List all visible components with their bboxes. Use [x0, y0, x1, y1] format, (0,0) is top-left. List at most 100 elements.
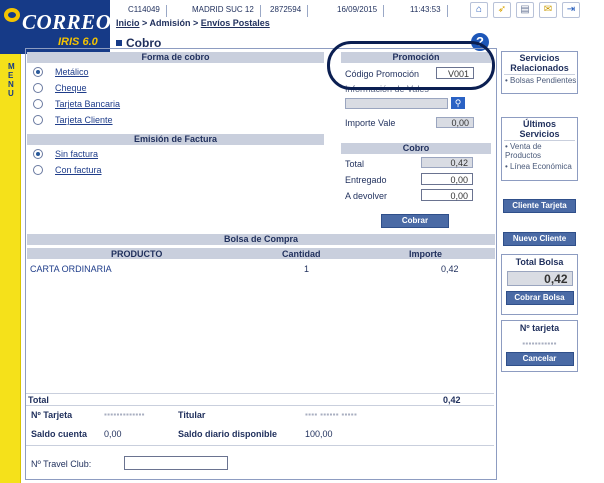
total-bolsa-value: 0,42: [506, 271, 573, 286]
option-tarjeta-bancaria[interactable]: Tarjeta Bancaria: [33, 96, 120, 112]
label-cheque[interactable]: Cheque: [55, 83, 87, 93]
emision-factura-options: Sin factura Con factura: [33, 146, 102, 178]
sidebar-item-label[interactable]: Bolsas Pendientes: [510, 76, 576, 85]
breadcrumb: Inicio > Admisión > Envíos Postales: [116, 18, 270, 28]
option-tarjeta-cliente[interactable]: Tarjeta Cliente: [33, 112, 120, 128]
cursor-icon[interactable]: ➶: [493, 2, 511, 18]
travel-club-input[interactable]: [124, 456, 228, 470]
sidebar-item-label[interactable]: Línea Económica: [510, 162, 572, 171]
n-tarjeta-box: Nº tarjeta ▪▪▪▪▪▪▪▪▪▪▪ Cancelar: [501, 320, 578, 372]
cliente-tarjeta-button[interactable]: Cliente Tarjeta: [503, 199, 576, 213]
bolsa-compra-header: Bolsa de Compra: [27, 234, 495, 245]
devolver-field: 0,00: [421, 189, 473, 201]
radio-cheque[interactable]: [33, 83, 43, 93]
promocion-highlight-ring: [327, 41, 495, 90]
radio-tarjeta-cliente[interactable]: [33, 115, 43, 125]
servicios-relacionados-box: Servicios Relacionados • Bolsas Pendient…: [501, 51, 578, 94]
breadcrumb-separator: >: [139, 18, 150, 28]
titular-label: Titular: [178, 410, 206, 420]
breadcrumb-envios[interactable]: Envíos Postales: [201, 18, 270, 28]
radio-sin-factura[interactable]: [33, 149, 43, 159]
sidebar-item-label[interactable]: Venta de Productos: [505, 142, 542, 160]
column-importe: Importe: [409, 249, 443, 259]
tarjeta-label: Nº Tarjeta: [31, 410, 73, 420]
sidebar-item-venta-productos[interactable]: • Venta de Productos: [502, 142, 577, 160]
entregado-label: Entregado: [345, 175, 387, 185]
radio-tarjeta-bancaria[interactable]: [33, 99, 43, 109]
current-time: 11:43:53: [410, 5, 448, 17]
label-metalico[interactable]: Metálico: [55, 67, 89, 77]
nuevo-cliente-button[interactable]: Nuevo Cliente: [503, 232, 576, 246]
office-name: MADRID SUC 12: [192, 5, 261, 17]
saldo-diario-label: Saldo diario disponible: [178, 429, 278, 439]
importe-vale-label: Importe Vale: [345, 118, 396, 128]
row-cantidad: 1: [304, 264, 310, 274]
menu-label[interactable]: MENU: [8, 62, 16, 98]
emision-factura-header: Emisión de Factura: [27, 134, 324, 145]
travel-club-label: Nº Travel Club:: [31, 459, 92, 469]
search-icon[interactable]: ⚲: [451, 97, 465, 109]
home-icon[interactable]: ⌂: [470, 2, 488, 18]
titular-value-redacted: ▪▪▪▪ ▪▪▪▪▪▪ ▪▪▪▪▪: [305, 410, 358, 419]
title-bullet-icon: [116, 40, 122, 46]
ultimos-servicios-title: Últimos Servicios: [519, 119, 560, 139]
row-importe: 0,42: [441, 264, 459, 274]
tarjeta-value-redacted: ▪▪▪▪▪▪▪▪▪▪▪▪▪: [104, 410, 145, 419]
menu-strip[interactable]: [0, 54, 21, 483]
saldo-cuenta-label: Saldo cuenta: [31, 429, 88, 439]
bolsa-column-headers: PRODUCTO Cantidad Importe: [27, 248, 495, 259]
ticket-icon[interactable]: ✉: [539, 2, 557, 18]
option-cheque[interactable]: Cheque: [33, 80, 120, 96]
breadcrumb-inicio[interactable]: Inicio: [116, 18, 140, 28]
n-tarjeta-title: Nº tarjeta: [519, 323, 560, 333]
radio-metalico[interactable]: [33, 67, 43, 77]
table-row[interactable]: CARTA ORDINARIA 1 0,42: [27, 263, 495, 275]
footer-total-value: 0,42: [443, 395, 461, 405]
logo-version: IRIS 6.0: [58, 36, 98, 48]
breadcrumb-admision[interactable]: Admisión: [149, 18, 190, 28]
exit-icon[interactable]: ⇥: [562, 2, 580, 18]
user-code: 2872594: [270, 5, 309, 17]
cobro-header: Cobro: [341, 143, 491, 154]
current-date: 16/09/2015: [337, 5, 385, 17]
label-sin-factura[interactable]: Sin factura: [55, 149, 98, 159]
total-bolsa-title: Total Bolsa: [515, 257, 564, 267]
entregado-input[interactable]: 0,00: [421, 173, 473, 185]
document-icon[interactable]: ▤: [516, 2, 534, 18]
forma-cobro-header: Forma de cobro: [27, 52, 324, 63]
saldo-cuenta-value: 0,00: [104, 429, 122, 439]
vales-select[interactable]: [345, 98, 448, 109]
logo-text: CORREOS: [22, 10, 124, 34]
row-producto: CARTA ORDINARIA: [30, 264, 112, 274]
label-con-factura[interactable]: Con factura: [55, 165, 102, 175]
n-tarjeta-value-redacted: ▪▪▪▪▪▪▪▪▪▪▪: [522, 339, 557, 348]
breadcrumb-separator: >: [190, 18, 201, 28]
label-tarjeta-cliente[interactable]: Tarjeta Cliente: [55, 115, 113, 125]
label-tarjeta-bancaria[interactable]: Tarjeta Bancaria: [55, 99, 120, 109]
devolver-label: A devolver: [345, 191, 388, 201]
footer-divider: [26, 393, 494, 394]
sidebar-item-bolsas-pendientes[interactable]: • Bolsas Pendientes: [502, 76, 577, 85]
cobro-total-label: Total: [345, 159, 365, 169]
footer-divider: [26, 445, 494, 446]
sidebar-item-linea-economica[interactable]: • Línea Económica: [502, 162, 577, 171]
cobrar-button[interactable]: Cobrar: [381, 214, 449, 228]
column-producto: PRODUCTO: [111, 249, 163, 259]
option-sin-factura[interactable]: Sin factura: [33, 146, 102, 162]
office-code: C114049: [128, 5, 167, 17]
column-cantidad: Cantidad: [282, 249, 321, 259]
option-metalico[interactable]: Metálico: [33, 64, 120, 80]
cobro-total-field: 0,42: [421, 157, 473, 168]
cobrar-bolsa-button[interactable]: Cobrar Bolsa: [505, 291, 574, 305]
radio-con-factura[interactable]: [33, 165, 43, 175]
correos-horn-icon: [4, 8, 20, 22]
cancelar-button[interactable]: Cancelar: [505, 352, 574, 366]
footer-divider: [26, 405, 494, 406]
saldo-diario-value: 100,00: [305, 429, 333, 439]
sidebar-divider: [504, 140, 575, 141]
forma-cobro-options: Metálico Cheque Tarjeta Bancaria Tarjeta…: [33, 64, 120, 128]
footer-total-label: Total: [28, 395, 49, 405]
importe-vale-field: 0,00: [436, 117, 474, 128]
option-con-factura[interactable]: Con factura: [33, 162, 102, 178]
servicios-relacionados-title: Servicios Relacionados: [510, 53, 569, 73]
